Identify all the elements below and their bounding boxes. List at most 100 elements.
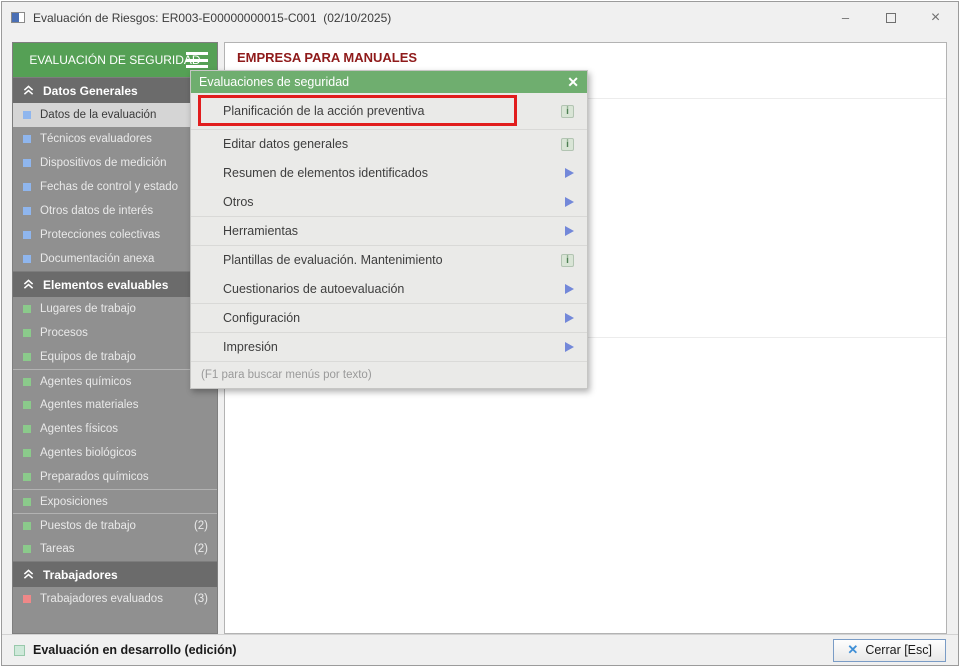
menu-item-cuestionarios[interactable]: Cuestionarios de autoevaluación xyxy=(191,274,587,303)
menu-item-configuracion[interactable]: Configuración xyxy=(191,303,587,332)
item-label: Trabajadores evaluados xyxy=(40,593,163,605)
sidebar-item-equipos-trabajo[interactable]: Equipos de trabajo xyxy=(13,345,217,369)
item-label: Protecciones colectivas xyxy=(40,229,160,241)
sidebar-item-tareas[interactable]: Tareas(2) xyxy=(13,537,217,561)
chevron-double-up-icon xyxy=(23,279,34,290)
sidebar-header-label: EVALUACIÓN DE SEGURIDAD xyxy=(29,53,200,67)
status-green-icon xyxy=(14,645,25,656)
item-label: Agentes físicos xyxy=(40,423,118,435)
bullet-icon xyxy=(23,401,31,409)
close-button[interactable]: × xyxy=(913,2,958,33)
status-text: Evaluación en desarrollo (edición) xyxy=(33,643,237,657)
status-bar: Evaluación en desarrollo (edición) ✕ Cer… xyxy=(2,634,958,665)
sidebar-item-procesos[interactable]: Procesos xyxy=(13,321,217,345)
sidebar-section-elementos-evaluables[interactable]: Elementos evaluables xyxy=(13,271,217,297)
sidebar: EVALUACIÓN DE SEGURIDAD Datos Generales … xyxy=(12,42,218,634)
submenu-arrow-icon xyxy=(565,197,574,207)
sidebar-item-otros-datos[interactable]: Otros datos de interés xyxy=(13,199,217,223)
item-label: Tareas xyxy=(40,543,75,555)
sidebar-item-tecnicos-evaluadores[interactable]: Técnicos evaluadores xyxy=(13,127,217,151)
title-bar: Evaluación de Riesgos: ER003-E0000000001… xyxy=(2,2,958,33)
item-label: Agentes químicos xyxy=(40,376,131,388)
menu-item-label: Impresión xyxy=(223,340,278,354)
bullet-icon xyxy=(23,545,31,553)
sidebar-item-agentes-biologicos[interactable]: Agentes biológicos xyxy=(13,441,217,465)
app-icon xyxy=(11,12,25,23)
menu-item-label: Configuración xyxy=(223,311,300,325)
sidebar-item-datos-evaluacion[interactable]: Datos de la evaluación xyxy=(13,103,217,127)
chevron-double-up-icon xyxy=(23,85,34,96)
info-icon: i xyxy=(561,105,574,118)
sidebar-item-agentes-quimicos[interactable]: Agentes químicos xyxy=(13,369,217,393)
bullet-icon xyxy=(23,231,31,239)
sidebar-item-preparados-quimicos[interactable]: Preparados químicos xyxy=(13,465,217,489)
minimize-button[interactable]: – xyxy=(823,2,868,33)
item-label: Puestos de trabajo xyxy=(40,520,136,532)
menu-item-label: Plantillas de evaluación. Mantenimiento xyxy=(223,253,443,267)
menu-item-planificacion[interactable]: Planificación de la acción preventiva i xyxy=(191,93,587,129)
bullet-icon xyxy=(23,378,31,386)
item-label: Datos de la evaluación xyxy=(40,109,156,121)
item-label: Exposiciones xyxy=(40,496,108,508)
app-window: Evaluación de Riesgos: ER003-E0000000001… xyxy=(1,1,959,666)
bullet-icon xyxy=(23,111,31,119)
item-label: Equipos de trabajo xyxy=(40,351,136,363)
sidebar-item-protecciones-colectivas[interactable]: Protecciones colectivas xyxy=(13,223,217,247)
company-title: EMPRESA PARA MANUALES xyxy=(237,50,417,65)
cerrar-button[interactable]: ✕ Cerrar [Esc] xyxy=(833,639,946,662)
menu-popup: Evaluaciones de seguridad ✕ Planificació… xyxy=(190,70,588,389)
item-label: Dispositivos de medición xyxy=(40,157,167,169)
info-icon: i xyxy=(561,138,574,151)
maximize-button[interactable] xyxy=(868,2,913,33)
sidebar-item-agentes-fisicos[interactable]: Agentes físicos xyxy=(13,417,217,441)
sidebar-header: EVALUACIÓN DE SEGURIDAD xyxy=(13,43,217,77)
item-label: Lugares de trabajo xyxy=(40,303,136,315)
menu-item-label: Editar datos generales xyxy=(223,137,348,151)
section-label: Datos Generales xyxy=(43,84,138,98)
submenu-arrow-icon xyxy=(565,284,574,294)
menu-item-label: Planificación de la acción preventiva xyxy=(223,104,425,118)
minimize-icon: – xyxy=(842,10,849,25)
bullet-icon xyxy=(23,449,31,457)
hamburger-menu-icon[interactable] xyxy=(186,52,208,68)
sidebar-item-puestos-trabajo[interactable]: Puestos de trabajo (2) xyxy=(13,513,217,537)
menu-item-editar-datos[interactable]: Editar datos generales i xyxy=(191,129,587,158)
item-label: Documentación anexa xyxy=(40,253,154,265)
section-label: Elementos evaluables xyxy=(43,278,168,292)
menu-item-resumen-elementos[interactable]: Resumen de elementos identificados xyxy=(191,158,587,187)
cerrar-button-label: Cerrar [Esc] xyxy=(865,643,932,657)
menu-item-plantillas[interactable]: Plantillas de evaluación. Mantenimiento … xyxy=(191,245,587,274)
menu-title: Evaluaciones de seguridad xyxy=(199,75,349,89)
bullet-icon xyxy=(23,183,31,191)
menu-item-impresion[interactable]: Impresión xyxy=(191,332,587,361)
item-count: (2) xyxy=(194,520,208,532)
menu-item-label: Otros xyxy=(223,195,254,209)
sidebar-item-dispositivos-medicion[interactable]: Dispositivos de medición xyxy=(13,151,217,175)
item-label: Técnicos evaluadores xyxy=(40,133,152,145)
sidebar-item-trabajadores-evaluados[interactable]: Trabajadores evaluados(3) xyxy=(13,587,217,611)
item-label: Fechas de control y estado xyxy=(40,181,178,193)
sidebar-item-lugares-trabajo[interactable]: Lugares de trabajo xyxy=(13,297,217,321)
blue-x-icon: ✕ xyxy=(847,643,858,656)
menu-item-otros[interactable]: Otros xyxy=(191,187,587,216)
bullet-icon xyxy=(23,207,31,215)
menu-item-herramientas[interactable]: Herramientas xyxy=(191,216,587,245)
info-icon: i xyxy=(561,254,574,267)
sidebar-item-documentacion-anexa[interactable]: Documentación anexa xyxy=(13,247,217,271)
menu-close-icon[interactable]: ✕ xyxy=(567,75,579,89)
menu-item-label: Cuestionarios de autoevaluación xyxy=(223,282,404,296)
window-controls: – × xyxy=(823,2,958,33)
submenu-arrow-icon xyxy=(565,342,574,352)
sidebar-item-agentes-materiales[interactable]: Agentes materiales xyxy=(13,393,217,417)
bullet-icon xyxy=(23,329,31,337)
menu-item-label: Resumen de elementos identificados xyxy=(223,166,428,180)
sidebar-section-datos-generales[interactable]: Datos Generales xyxy=(13,77,217,103)
sidebar-section-trabajadores[interactable]: Trabajadores xyxy=(13,561,217,587)
sidebar-item-fechas-control[interactable]: Fechas de control y estado xyxy=(13,175,217,199)
item-label: Preparados químicos xyxy=(40,471,149,483)
sidebar-item-exposiciones[interactable]: Exposiciones xyxy=(13,489,217,513)
bullet-icon xyxy=(23,135,31,143)
item-label: Procesos xyxy=(40,327,88,339)
maximize-icon xyxy=(886,13,896,23)
menu-item-label: Herramientas xyxy=(223,224,298,238)
